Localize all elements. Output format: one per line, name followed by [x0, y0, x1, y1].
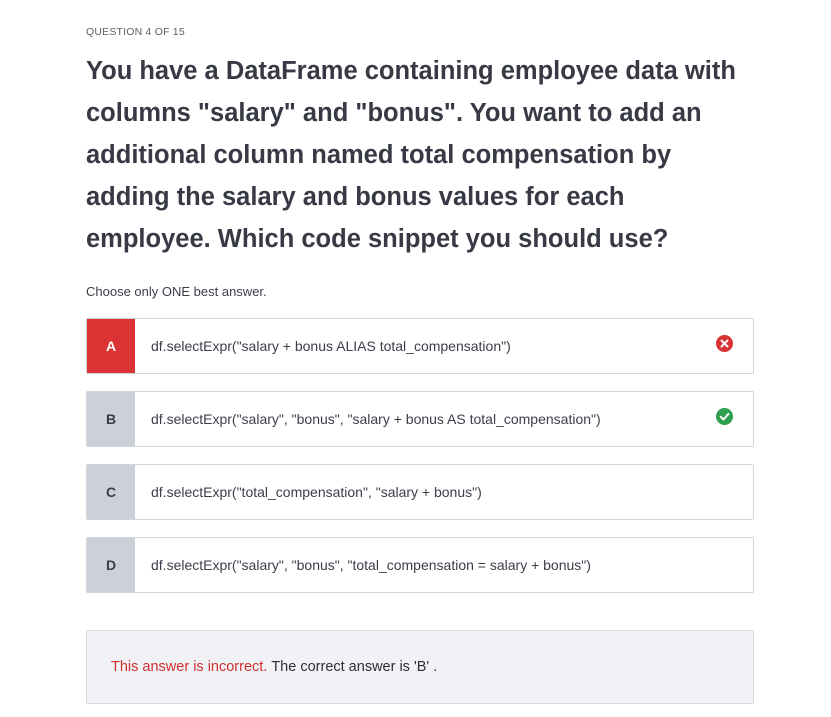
x-circle-icon	[715, 335, 733, 357]
option-text: df.selectExpr("salary + bonus ALIAS tota…	[151, 338, 511, 354]
option-status	[695, 319, 753, 373]
answer-instruction: Choose only ONE best answer.	[86, 284, 267, 299]
answer-option-b[interactable]: B df.selectExpr("salary", "bonus", "sala…	[86, 391, 754, 447]
answer-option-d[interactable]: D df.selectExpr("salary", "bonus", "tota…	[86, 537, 754, 593]
question-progress: QUESTION 4 OF 15	[86, 26, 185, 38]
option-status	[695, 465, 753, 519]
option-text: df.selectExpr("salary", "bonus", "salary…	[151, 411, 601, 427]
option-letter: C	[87, 465, 135, 519]
option-letter: B	[87, 392, 135, 446]
option-letter: A	[87, 319, 135, 373]
option-status	[695, 392, 753, 446]
question-text: You have a DataFrame containing employee…	[86, 57, 736, 253]
option-status	[695, 538, 753, 592]
answer-feedback: This answer is incorrect. The correct an…	[86, 630, 754, 704]
answer-option-c[interactable]: C df.selectExpr("total_compensation", "s…	[86, 464, 754, 520]
answer-option-a[interactable]: A df.selectExpr("salary + bonus ALIAS to…	[86, 318, 754, 374]
check-circle-icon	[715, 408, 733, 430]
answer-options: A df.selectExpr("salary + bonus ALIAS to…	[86, 318, 754, 610]
option-text: df.selectExpr("total_compensation", "sal…	[151, 484, 482, 500]
option-letter: D	[87, 538, 135, 592]
option-text: df.selectExpr("salary", "bonus", "total_…	[151, 557, 591, 573]
incorrect-label: This answer is incorrect.	[111, 659, 268, 675]
correct-answer-text: The correct answer is 'B' .	[271, 659, 438, 675]
